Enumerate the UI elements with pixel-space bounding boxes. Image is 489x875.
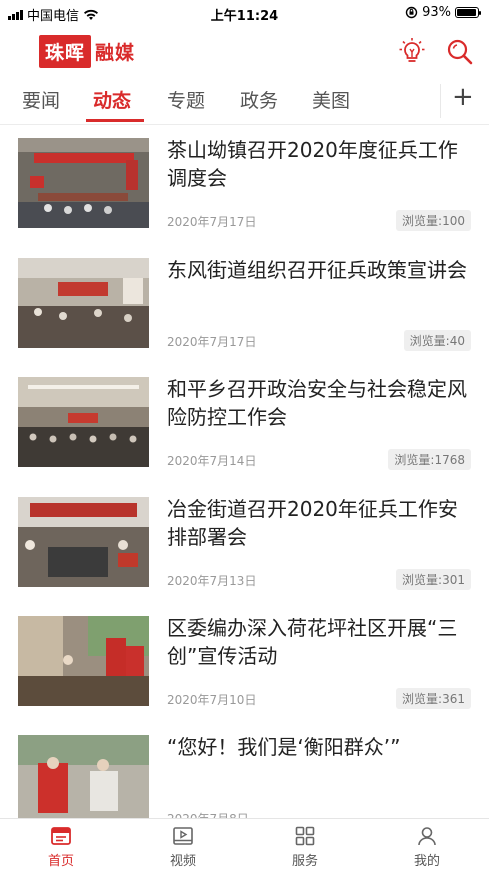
- search-icon[interactable]: [444, 36, 476, 68]
- news-item[interactable]: 茶山坳镇召开2020年度征兵工作调度会 2020年7月17日 浏览量:100: [0, 124, 489, 243]
- tab-yaowen[interactable]: 要闻: [22, 86, 60, 113]
- news-title: 东风街道组织召开征兵政策宣讲会: [167, 258, 467, 282]
- news-title: “您好！我们是‘衡阳群众’”: [167, 735, 401, 759]
- logo-mark: 珠晖: [39, 34, 92, 68]
- nav-home[interactable]: 首页: [26, 825, 96, 869]
- news-date: 2020年7月13日: [167, 574, 257, 588]
- news-title: 茶山坳镇召开2020年度征兵工作调度会: [167, 138, 458, 190]
- news-thumbnail: [18, 497, 149, 587]
- news-date: 2020年7月17日: [167, 215, 257, 229]
- news-title: 冶金街道召开2020年征兵工作安排部署会: [167, 497, 458, 549]
- view-count-badge: 浏览量:100: [396, 210, 471, 231]
- nav-home-label: 首页: [47, 854, 74, 869]
- news-thumbnail: [18, 258, 149, 348]
- video-icon: [173, 827, 193, 845]
- status-bar: 中国电信 上午11:24 93%: [0, 0, 489, 26]
- app-logo[interactable]: 珠晖 融媒: [39, 34, 135, 68]
- nav-service-label: 服务: [291, 854, 318, 869]
- battery-fill: [457, 9, 476, 16]
- nav-profile[interactable]: 我的: [392, 825, 462, 869]
- status-right: 93%: [405, 5, 481, 20]
- tab-meitu[interactable]: 美图: [312, 86, 350, 113]
- view-count-badge: 浏览量:1768: [388, 449, 471, 470]
- orientation-lock-icon: [405, 6, 418, 19]
- news-title: 区委编办深入荷花坪社区开展“三创”宣传活动: [167, 616, 458, 668]
- add-channel-button[interactable]: +: [452, 82, 474, 112]
- logo-text: 融媒: [95, 41, 136, 64]
- news-feed: 茶山坳镇召开2020年度征兵工作调度会 2020年7月17日 浏览量:100 东…: [0, 124, 489, 818]
- news-item[interactable]: 和平乡召开政治安全与社会稳定风险防控工作会 2020年7月14日 浏览量:176…: [0, 363, 489, 482]
- channel-tabs: 要闻 动态 专题 政务 美图 +: [0, 80, 489, 125]
- news-date: 2020年7月8日: [167, 810, 249, 818]
- grid-icon: [295, 826, 315, 846]
- view-count-badge: 浏览量:301: [396, 569, 471, 590]
- news-date: 2020年7月10日: [167, 693, 257, 707]
- tab-dongtai[interactable]: 动态: [93, 86, 131, 113]
- news-title: 和平乡召开政治安全与社会稳定风险防控工作会: [167, 377, 467, 429]
- nav-video[interactable]: 视频: [148, 825, 218, 869]
- news-date: 2020年7月17日: [167, 335, 257, 349]
- app-header: 珠晖 融媒: [0, 26, 489, 80]
- view-count-badge: 浏览量:361: [396, 688, 471, 709]
- nav-video-label: 视频: [169, 854, 196, 869]
- view-count-badge: 浏览量:40: [403, 330, 471, 351]
- news-thumbnail: [18, 616, 149, 706]
- news-thumbnail: [18, 377, 149, 467]
- news-item[interactable]: “您好！我们是‘衡阳群众’” 2020年7月8日: [0, 721, 489, 818]
- tab-divider: [440, 84, 441, 118]
- bottom-tab-bar: 首页 视频 服务 我的: [0, 818, 489, 875]
- news-date: 2020年7月14日: [167, 454, 257, 468]
- battery-icon: [455, 7, 481, 18]
- news-item[interactable]: 冶金街道召开2020年征兵工作安排部署会 2020年7月13日 浏览量:301: [0, 483, 489, 602]
- news-thumbnail: [18, 735, 149, 818]
- tab-zhengwu[interactable]: 政务: [240, 86, 278, 113]
- home-icon: [51, 827, 71, 845]
- battery-percent: 93%: [422, 5, 451, 20]
- active-tab-indicator: [86, 119, 144, 122]
- nav-service[interactable]: 服务: [270, 825, 340, 869]
- news-item[interactable]: 东风街道组织召开征兵政策宣讲会 2020年7月17日 浏览量:40: [0, 244, 489, 363]
- app-screen: 中国电信 上午11:24 93% 珠晖 融媒 要闻 动态 专题 政务 美图 + …: [0, 0, 489, 875]
- user-icon: [418, 827, 436, 846]
- news-item[interactable]: 区委编办深入荷花坪社区开展“三创”宣传活动 2020年7月10日 浏览量:361: [0, 602, 489, 721]
- tab-zhuanti[interactable]: 专题: [167, 86, 205, 113]
- lightbulb-icon[interactable]: [396, 36, 428, 68]
- news-thumbnail: [18, 138, 149, 228]
- nav-profile-label: 我的: [413, 854, 440, 869]
